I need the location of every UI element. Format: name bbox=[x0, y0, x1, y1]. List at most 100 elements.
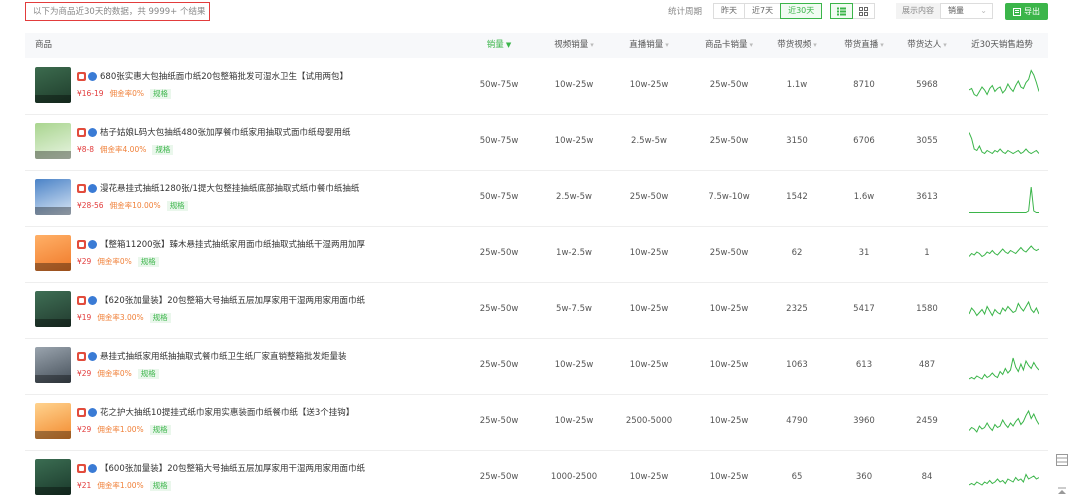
export-button[interactable]: 导出 bbox=[1005, 3, 1048, 20]
cell-videos: 3150 bbox=[786, 136, 808, 146]
product-title[interactable]: 【600张加量装】20包整箱大号抽纸五层加厚家用干湿两用家用面巾纸 bbox=[77, 462, 365, 474]
product-title[interactable]: 桔子姑娘L码大包抽纸480张加厚餐巾纸家用抽取式面巾纸母婴用纸 bbox=[77, 126, 350, 138]
sparkline-path bbox=[969, 245, 1039, 258]
table-row[interactable]: 【600张加量装】20包整箱大号抽纸五层加厚家用干湿两用家用面巾纸 ¥21 佣金… bbox=[25, 451, 1048, 501]
cell-influencers: 1 bbox=[924, 248, 930, 258]
product-meta: ¥28-56 佣金率10.00% 规格 bbox=[77, 200, 188, 211]
cell-card-sales: 10w-25w bbox=[709, 360, 749, 370]
display-content-value: 销量 bbox=[948, 6, 964, 15]
product-thumbnail[interactable] bbox=[35, 291, 71, 327]
cell-videos: 1.1w bbox=[786, 80, 808, 90]
cell-card-sales: 10w-25w bbox=[709, 472, 749, 482]
shop-badge-icon bbox=[77, 351, 86, 361]
table-row[interactable]: 【620张加量装】20包整箱大号抽纸五层加厚家用干湿两用家用面巾纸 ¥19 佣金… bbox=[25, 283, 1048, 339]
product-title[interactable]: 【整箱11200张】臻木悬挂式抽纸家用面巾纸抽取式抽纸干湿两用加厚 bbox=[77, 238, 365, 250]
cell-lives: 1.6w bbox=[853, 192, 875, 202]
product-title[interactable]: 【620张加量装】20包整箱大号抽纸五层加厚家用干湿两用家用面巾纸 bbox=[77, 294, 365, 306]
commission-rate: 佣金率0% bbox=[97, 257, 132, 266]
product-thumbnail[interactable] bbox=[35, 235, 71, 271]
product-meta: ¥29 佣金率0% 规格 bbox=[77, 256, 159, 267]
table-row[interactable]: 花之护大抽纸10提挂式纸巾家用实惠装面巾纸餐巾纸【送3个挂钩】 ¥29 佣金率1… bbox=[25, 395, 1048, 451]
period-7days-button[interactable]: 近7天 bbox=[744, 3, 782, 19]
spec-tag[interactable]: 规格 bbox=[149, 424, 171, 435]
product-title[interactable]: 悬挂式抽纸家用纸抽抽取式餐巾纸卫生纸厂家直销整箱批发炬量装 bbox=[77, 350, 347, 362]
display-content-select[interactable]: 销量 ⌄ bbox=[940, 3, 993, 19]
product-title[interactable]: 680张实惠大包抽纸面巾纸20包整箱批发可湿水卫生【试用两包】 bbox=[77, 70, 348, 82]
sales-trend-sparkline bbox=[969, 69, 1039, 97]
cell-videos: 65 bbox=[791, 472, 803, 482]
header-live-sales[interactable]: 直播销量 ▾ bbox=[629, 33, 669, 58]
user-badge-icon bbox=[88, 463, 97, 473]
sparkline-path bbox=[969, 300, 1039, 317]
product-meta: ¥29 佣金率1.00% 规格 bbox=[77, 424, 171, 435]
header-influencers[interactable]: 带货达人 ▾ bbox=[907, 33, 947, 58]
period-yesterday-button[interactable]: 昨天 bbox=[713, 3, 745, 19]
back-to-top-icon[interactable] bbox=[1054, 484, 1070, 500]
product-thumbnail[interactable] bbox=[35, 459, 71, 495]
cell-live-sales: 2.5w-5w bbox=[631, 136, 667, 146]
cell-live-sales: 10w-25w bbox=[629, 304, 669, 314]
header-lives[interactable]: 带货直播 ▾ bbox=[844, 33, 884, 58]
display-content-label: 展示内容 bbox=[896, 3, 940, 19]
chevron-down-icon: ⌄ bbox=[980, 6, 987, 15]
cell-lives: 3960 bbox=[853, 416, 875, 426]
table-row[interactable]: 【整箱11200张】臻木悬挂式抽纸家用面巾纸抽取式抽纸干湿两用加厚 ¥29 佣金… bbox=[25, 227, 1048, 283]
cell-sales: 25w-50w bbox=[479, 248, 519, 258]
table-row[interactable]: 680张实惠大包抽纸面巾纸20包整箱批发可湿水卫生【试用两包】 ¥16-19 佣… bbox=[25, 59, 1048, 115]
product-thumbnail[interactable] bbox=[35, 123, 71, 159]
sparkline-path bbox=[969, 357, 1039, 380]
product-price: ¥28-56 bbox=[77, 201, 104, 210]
header-video-sales[interactable]: 视频销量 ▾ bbox=[554, 33, 594, 58]
product-thumbnail[interactable] bbox=[35, 347, 71, 383]
spec-tag[interactable]: 规格 bbox=[137, 368, 159, 379]
export-label: 导出 bbox=[1024, 7, 1040, 16]
shop-badge-icon bbox=[77, 463, 86, 473]
spec-tag[interactable]: 规格 bbox=[137, 256, 159, 267]
product-title[interactable]: 花之护大抽纸10提挂式纸巾家用实惠装面巾纸餐巾纸【送3个挂钩】 bbox=[77, 406, 354, 418]
shop-badge-icon bbox=[77, 239, 86, 249]
cell-live-sales: 25w-50w bbox=[629, 192, 669, 202]
table-row[interactable]: 漫花悬挂式抽纸1280张/1提大包整挂抽纸底部抽取式纸巾餐巾纸抽纸 ¥28-56… bbox=[25, 171, 1048, 227]
cell-lives: 31 bbox=[858, 248, 870, 258]
product-thumbnail[interactable] bbox=[35, 179, 71, 215]
cell-video-sales: 10w-25w bbox=[554, 416, 594, 426]
cell-card-sales: 10w-25w bbox=[709, 304, 749, 314]
header-sales[interactable]: 销量 ▼ bbox=[487, 33, 511, 58]
sales-trend-sparkline bbox=[969, 357, 1039, 380]
list-view-button[interactable] bbox=[830, 3, 853, 19]
spec-tag[interactable]: 规格 bbox=[149, 312, 171, 323]
product-thumbnail[interactable] bbox=[35, 403, 71, 439]
sparkline-path bbox=[969, 132, 1039, 155]
spec-tag[interactable]: 规格 bbox=[149, 88, 171, 99]
spec-tag[interactable]: 规格 bbox=[152, 144, 174, 155]
product-meta: ¥19 佣金率3.00% 规格 bbox=[77, 312, 171, 323]
table-row[interactable]: 悬挂式抽纸家用纸抽抽取式餐巾纸卫生纸厂家直销整箱批发炬量装 ¥29 佣金率0% … bbox=[25, 339, 1048, 395]
cell-live-sales: 10w-25w bbox=[629, 80, 669, 90]
cell-card-sales: 25w-50w bbox=[709, 248, 749, 258]
product-price: ¥21 bbox=[77, 481, 92, 490]
table-settings-icon[interactable] bbox=[1054, 452, 1070, 468]
spec-tag[interactable]: 规格 bbox=[149, 480, 171, 491]
cell-live-sales: 2500-5000 bbox=[625, 416, 673, 426]
spec-tag[interactable]: 规格 bbox=[166, 200, 188, 211]
cell-video-sales: 5w-7.5w bbox=[556, 304, 592, 314]
commission-rate: 佣金率1.00% bbox=[97, 425, 144, 434]
product-meta: ¥29 佣金率0% 规格 bbox=[77, 368, 159, 379]
table-header: 商品 销量 ▼ 视频销量 ▾ 直播销量 ▾ 商品卡销量 ▾ 带货视频 ▾ 带货直播 ▾ 带货… bbox=[25, 33, 1048, 58]
sparkline-path bbox=[969, 186, 1039, 213]
header-videos[interactable]: 带货视频 ▾ bbox=[777, 33, 817, 58]
header-card-sales[interactable]: 商品卡销量 ▾ bbox=[705, 33, 753, 58]
period-30days-button[interactable]: 近30天 bbox=[780, 3, 823, 19]
product-title[interactable]: 漫花悬挂式抽纸1280张/1提大包整挂抽纸底部抽取式纸巾餐巾纸抽纸 bbox=[77, 182, 359, 194]
cell-lives: 613 bbox=[855, 360, 873, 370]
period-label: 统计周期 bbox=[668, 7, 703, 17]
commission-rate: 佣金率0% bbox=[97, 369, 132, 378]
table-row[interactable]: 桔子姑娘L码大包抽纸480张加厚餐巾纸家用抽取式面巾纸母婴用纸 ¥8-8 佣金率… bbox=[25, 115, 1048, 171]
cell-live-sales: 10w-25w bbox=[629, 248, 669, 258]
cell-card-sales: 10w-25w bbox=[709, 416, 749, 426]
cell-influencers: 1580 bbox=[916, 304, 938, 314]
product-thumbnail[interactable] bbox=[35, 67, 71, 103]
product-price: ¥29 bbox=[77, 369, 92, 378]
grid-view-button[interactable] bbox=[852, 3, 875, 19]
commission-rate: 佣金率10.00% bbox=[109, 201, 161, 210]
